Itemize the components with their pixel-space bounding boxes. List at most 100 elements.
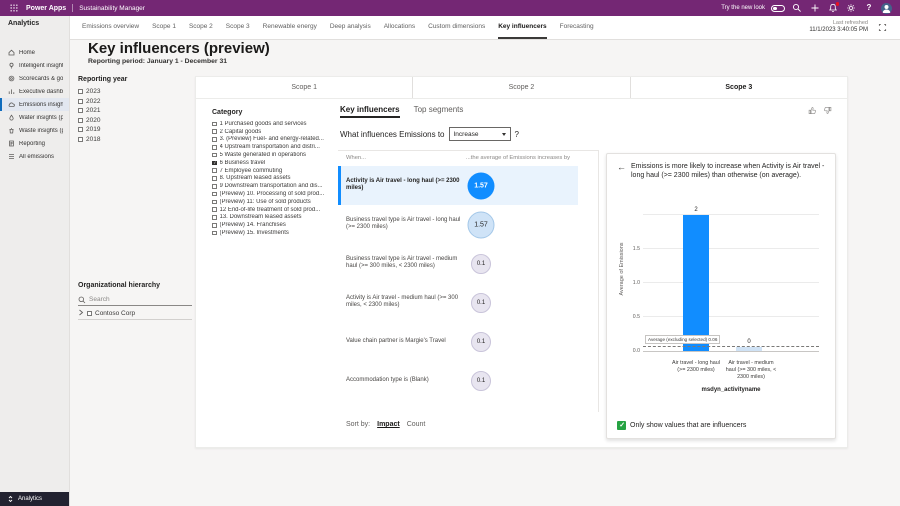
only-influencers-option[interactable]: Only show values that are influencers [617,421,746,430]
influencer-bubble[interactable]: 1.57 [468,211,495,238]
influence-direction-select[interactable]: Increase [449,127,511,141]
influencer-row-3[interactable]: Business travel type is Air travel - med… [338,244,578,283]
app-brand[interactable]: Power Apps [26,5,66,12]
year-checkbox[interactable] [78,137,83,142]
tab-custom-dimensions[interactable]: Custom dimensions [428,16,485,39]
influencer-row-2[interactable]: Business travel type is Air travel - lon… [338,205,578,244]
category-checkbox[interactable] [212,192,217,197]
area-switcher[interactable]: Analytics [0,492,69,506]
category-checkbox[interactable] [212,168,217,173]
category-checkbox[interactable] [212,161,217,166]
scope-2-section-tab[interactable]: Scope 2 [412,77,629,98]
thumbs-up-icon[interactable] [808,106,817,115]
category-item-8[interactable]: 8. Upstream leased assets [212,175,332,183]
influencer-bubble[interactable]: 1.57 [468,172,495,199]
year-option-2022[interactable]: 2022 [78,97,192,107]
tab-emissions-overview[interactable]: Emissions overview [82,16,139,39]
key-influencers-tab[interactable]: Key influencers [340,105,400,118]
sort-count-option[interactable]: Count [407,421,426,428]
category-item-7[interactable]: 7 Employee commuting [212,167,332,175]
year-checkbox[interactable] [78,99,83,104]
try-new-look-toggle[interactable] [771,5,785,12]
sidebar-item-all-emissions[interactable]: All emissions [0,150,69,163]
org-tree-item-contoso[interactable]: Contoso Corp [78,308,192,320]
search-icon[interactable] [791,2,803,14]
tab-scope-1[interactable]: Scope 1 [152,16,176,39]
influencer-row-1[interactable]: Activity is Air travel - long haul (>= 2… [338,166,578,205]
tab-scope-3[interactable]: Scope 3 [226,16,250,39]
category-checkbox[interactable] [212,129,217,134]
category-item-4[interactable]: 4 Upstream transportation and distri... [212,143,332,151]
top-segments-tab[interactable]: Top segments [414,105,464,118]
thumbs-down-icon[interactable] [823,106,832,115]
sort-impact-option[interactable]: Impact [377,421,400,428]
year-option-2020[interactable]: 2020 [78,116,192,126]
category-checkbox[interactable] [212,215,217,220]
category-checkbox[interactable] [212,207,217,212]
sidebar-item-executive-dashboard[interactable]: Executive dashboard [0,85,69,98]
sidebar-item-waste-insights[interactable]: Waste insights (previ... [0,124,69,137]
year-checkbox[interactable] [78,89,83,94]
user-avatar[interactable] [881,3,892,14]
category-item-15[interactable]: (Preview) 15. Investments [212,229,332,237]
category-checkbox[interactable] [212,200,217,205]
influencer-row-5[interactable]: Value chain partner is Margie's Travel 0… [338,322,578,361]
category-item-6[interactable]: 6 Business travel [212,159,332,167]
sidebar-item-reporting[interactable]: Reporting [0,137,69,150]
year-checkbox[interactable] [78,127,83,132]
category-item-14[interactable]: (Preview) 14. Franchises [212,221,332,229]
bar-air-travel-medium-haul[interactable] [736,347,762,351]
only-influencers-checkbox[interactable] [617,421,626,430]
tab-renewable-energy[interactable]: Renewable energy [263,16,317,39]
influencer-bubble[interactable]: 0.1 [471,371,491,391]
year-checkbox[interactable] [78,108,83,113]
category-item-2[interactable]: 2 Capital goods [212,128,332,136]
sidebar-item-scorecards-goals[interactable]: Scorecards & goals [0,72,69,85]
sidebar-item-water-insights[interactable]: Water insights (previ... [0,111,69,124]
fullscreen-icon[interactable] [876,22,888,34]
tab-allocations[interactable]: Allocations [384,16,415,39]
category-item-11[interactable]: (Preview) 11: Use of sold products [212,198,332,206]
org-search-input[interactable] [89,296,184,303]
back-arrow-icon[interactable]: ← [617,162,626,180]
scope-1-section-tab[interactable]: Scope 1 [196,77,412,98]
waffle-icon[interactable] [8,2,20,14]
influencer-row-4[interactable]: Activity is Air travel - medium haul (>=… [338,283,578,322]
category-item-10[interactable]: (Preview) 10. Processing of sold prod... [212,190,332,198]
chevron-right-icon[interactable] [78,309,84,318]
influencer-bubble[interactable]: 0.1 [471,293,491,313]
category-item-5[interactable]: 5 Waste generated in operations [212,151,332,159]
category-item-3[interactable]: 3. (Preview) Fuel- and energy-related... [212,136,332,144]
category-item-12[interactable]: 12 End-of-life treatment of sold prod... [212,206,332,214]
category-checkbox[interactable] [212,145,217,150]
bar-air-travel-long-haul[interactable] [683,215,709,351]
tab-key-influencers[interactable]: Key influencers [498,16,546,39]
scope-3-section-tab[interactable]: Scope 3 [630,77,847,98]
tab-deep-analysis[interactable]: Deep analysis [330,16,371,39]
category-item-9[interactable]: 9 Downstream transportation and dis... [212,182,332,190]
category-checkbox[interactable] [212,176,217,181]
sidebar-item-emissions-insights[interactable]: Emissions insights [0,98,69,111]
influencer-bubble[interactable]: 0.1 [471,332,491,352]
influencer-row-6[interactable]: Accommodation type is (Blank) 0.1 [338,361,578,400]
notifications-bell-icon[interactable] [827,2,839,14]
sidebar-item-home[interactable]: Home [0,46,69,59]
category-checkbox[interactable] [212,137,217,142]
category-checkbox[interactable] [212,184,217,189]
category-checkbox[interactable] [212,223,217,228]
year-option-2019[interactable]: 2019 [78,125,192,135]
year-checkbox[interactable] [78,118,83,123]
influencer-bubble[interactable]: 0.1 [471,254,491,274]
category-item-1[interactable]: 1 Purchased goods and services [212,120,332,128]
sidebar-item-intelligent-insights[interactable]: Intelligent insights (p... [0,59,69,72]
year-option-2018[interactable]: 2018 [78,135,192,145]
org-checkbox[interactable] [87,311,92,316]
help-icon[interactable]: ? [863,2,875,14]
add-icon[interactable] [809,2,821,14]
tab-forecasting[interactable]: Forecasting [560,16,594,39]
year-option-2021[interactable]: 2021 [78,106,192,116]
settings-gear-icon[interactable] [845,2,857,14]
category-checkbox[interactable] [212,231,217,236]
category-item-13[interactable]: 13. Downstream leased assets [212,214,332,222]
app-name[interactable]: Sustainability Manager [79,5,145,12]
